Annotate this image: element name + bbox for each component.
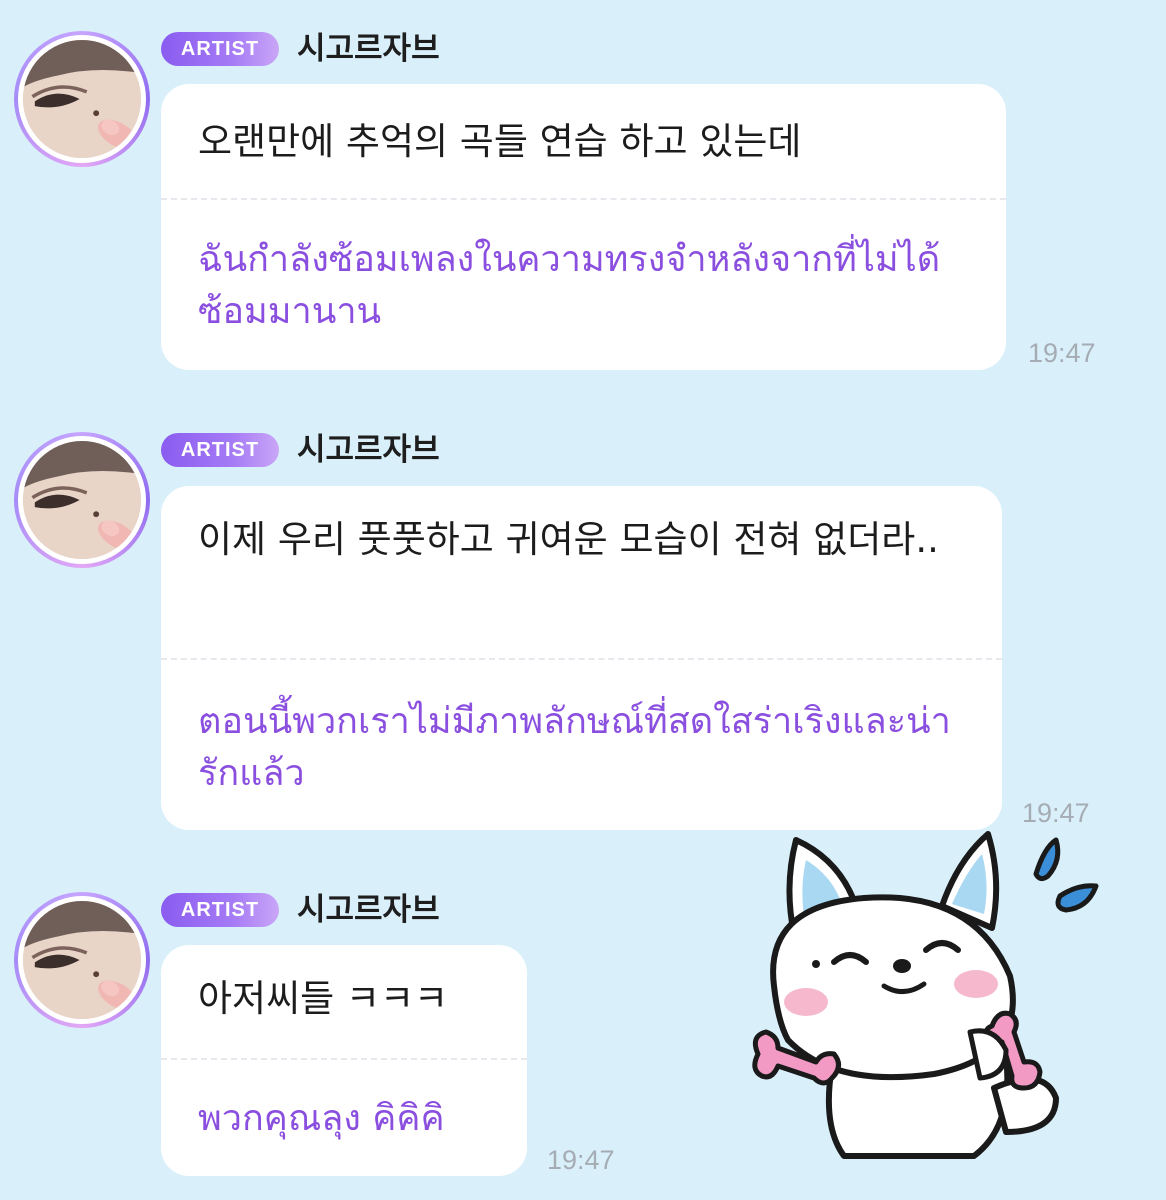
- avatar-photo-icon: [18, 35, 146, 163]
- face-photo-icon: [23, 40, 141, 158]
- korean-text: 오랜만에 추억의 곡들 연습 하고 있는데: [198, 120, 802, 163]
- avatar-photo-icon: [18, 436, 146, 564]
- sender-name: 시고르자브: [297, 31, 440, 67]
- artist-avatar[interactable]: [14, 31, 150, 167]
- artist-avatar[interactable]: [14, 892, 150, 1028]
- message-timestamp: 19:47: [547, 1145, 615, 1175]
- avatar-photo-icon: [18, 896, 146, 1024]
- sender-name: 시고르자브: [297, 432, 440, 468]
- korean-text: 아저씨들 ㅋㅋㅋ: [198, 977, 449, 1020]
- artist-badge: ARTIST: [161, 433, 279, 467]
- message-bubble[interactable]: 오랜만에 추억의 곡들 연습 하고 있는데 ฉันกำลังซ้อมเพลงใน…: [161, 84, 1006, 370]
- artist-badge: ARTIST: [161, 32, 279, 66]
- thai-translation-text: พวกคุณลุง คิคิคิ: [198, 1098, 445, 1139]
- white-fox-dumbbell-sticker-icon: [752, 831, 1099, 1159]
- translation-divider: [161, 198, 1006, 200]
- translation-divider: [161, 658, 1002, 660]
- face-photo-icon: [23, 901, 141, 1019]
- artist-badge: ARTIST: [161, 893, 279, 927]
- artist-avatar[interactable]: [14, 432, 150, 568]
- fox-sticker[interactable]: [744, 826, 1124, 1166]
- thai-translation-text: ตอนนี้พวกเราไม่มีภาพลักษณ์ที่สดใสร่าเริง…: [198, 701, 951, 794]
- thai-translation-text: ฉันกำลังซ้อมเพลงในความทรงจำหลังจากที่ไม่…: [198, 239, 941, 332]
- korean-text: 이제 우리 풋풋하고 귀여운 모습이 전혀 없더라..: [198, 518, 939, 561]
- message-timestamp: 19:47: [1022, 798, 1090, 828]
- message-bubble[interactable]: 아저씨들 ㅋㅋㅋ พวกคุณลุง คิคิคิ: [161, 945, 527, 1176]
- sender-name: 시고르자브: [297, 892, 440, 928]
- translation-divider: [161, 1058, 527, 1060]
- message-bubble[interactable]: 이제 우리 풋풋하고 귀여운 모습이 전혀 없더라.. ตอนนี้พวกเรา…: [161, 486, 1002, 830]
- message-timestamp: 19:47: [1028, 338, 1096, 368]
- face-photo-icon: [23, 441, 141, 559]
